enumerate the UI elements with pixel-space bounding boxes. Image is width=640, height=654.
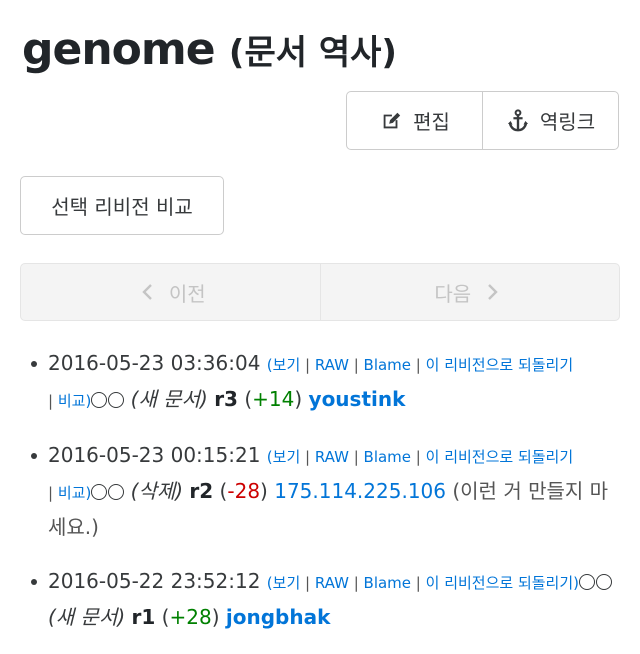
next-page-button[interactable]: 다음 <box>319 264 620 320</box>
checkbox-circle[interactable] <box>91 484 108 500</box>
edit-button[interactable]: 편집 <box>347 92 482 149</box>
blame-link[interactable]: Blame <box>364 356 412 374</box>
checkbox-circle[interactable] <box>108 392 125 408</box>
checkbox-circle[interactable] <box>91 392 108 408</box>
history-item: 2016-05-23 00:15:21 (보기 | RAW | Blame | … <box>31 438 626 544</box>
compare-revisions-button[interactable]: 선택 리비전 비교 <box>20 176 224 235</box>
checkbox-circle[interactable] <box>596 574 613 590</box>
edit-label: 편집 <box>413 110 450 134</box>
checkbox-circle[interactable] <box>108 484 125 500</box>
author-ip-link[interactable]: 175.114.225.106 <box>274 479 446 503</box>
prev-label: 이전 <box>168 281 206 306</box>
history-item: 2016-05-22 23:52:12 (보기 | RAW | Blame | … <box>31 564 626 634</box>
edit-icon <box>379 109 403 133</box>
revert-link[interactable]: 이 리비전으로 되돌리기 <box>426 448 574 466</box>
chevron-right-icon <box>481 280 505 304</box>
anchor-icon <box>506 108 530 133</box>
revision-date: 2016-05-23 03:36:04 <box>48 351 261 375</box>
raw-link[interactable]: RAW <box>315 448 349 466</box>
author-link[interactable]: jongbhak <box>226 605 331 629</box>
revision-tag: (새 문서) <box>48 605 126 629</box>
compare-link[interactable]: 비교 <box>58 484 86 502</box>
revision-tag: (삭제) <box>130 479 184 503</box>
pager: 이전 다음 <box>20 263 620 321</box>
revision-number: r3 <box>214 387 238 411</box>
raw-link[interactable]: RAW <box>315 356 349 374</box>
change-size: +14 <box>252 387 295 411</box>
view-link[interactable]: 보기 <box>273 448 301 466</box>
page-subtitle: (문서 역사) <box>228 33 397 73</box>
page-title: genome (문서 역사) <box>22 22 397 81</box>
view-link[interactable]: 보기 <box>273 574 301 592</box>
revert-link[interactable]: 이 리비전으로 되돌리기 <box>426 574 574 592</box>
revision-date: 2016-05-22 23:52:12 <box>48 569 261 593</box>
author-link[interactable]: youstink <box>309 387 406 411</box>
view-link[interactable]: 보기 <box>273 356 301 374</box>
revision-date: 2016-05-23 00:15:21 <box>48 443 261 467</box>
prev-page-button[interactable]: 이전 <box>21 264 320 320</box>
blame-link[interactable]: Blame <box>364 574 412 592</box>
backlinks-button[interactable]: 역링크 <box>482 92 618 149</box>
blame-link[interactable]: Blame <box>364 448 412 466</box>
change-size: +28 <box>169 605 212 629</box>
compare-link[interactable]: 비교 <box>58 392 86 410</box>
raw-link[interactable]: RAW <box>315 574 349 592</box>
history-item: 2016-05-23 03:36:04 (보기 | RAW | Blame | … <box>31 346 626 418</box>
chevron-left-icon <box>135 280 159 304</box>
revert-link[interactable]: 이 리비전으로 되돌리기 <box>426 356 574 374</box>
backlinks-label: 역링크 <box>539 110 596 134</box>
toolbar: 편집 역링크 <box>346 91 619 150</box>
revision-number: r2 <box>189 479 214 503</box>
page-title-text: genome <box>22 24 216 75</box>
revision-history-list: 2016-05-23 03:36:04 (보기 | RAW | Blame | … <box>31 346 626 654</box>
revision-tag: (새 문서) <box>130 387 208 411</box>
next-label: 다음 <box>434 281 472 306</box>
revision-number: r1 <box>131 605 156 629</box>
checkbox-circle[interactable] <box>579 574 596 590</box>
change-size: -28 <box>227 479 261 503</box>
